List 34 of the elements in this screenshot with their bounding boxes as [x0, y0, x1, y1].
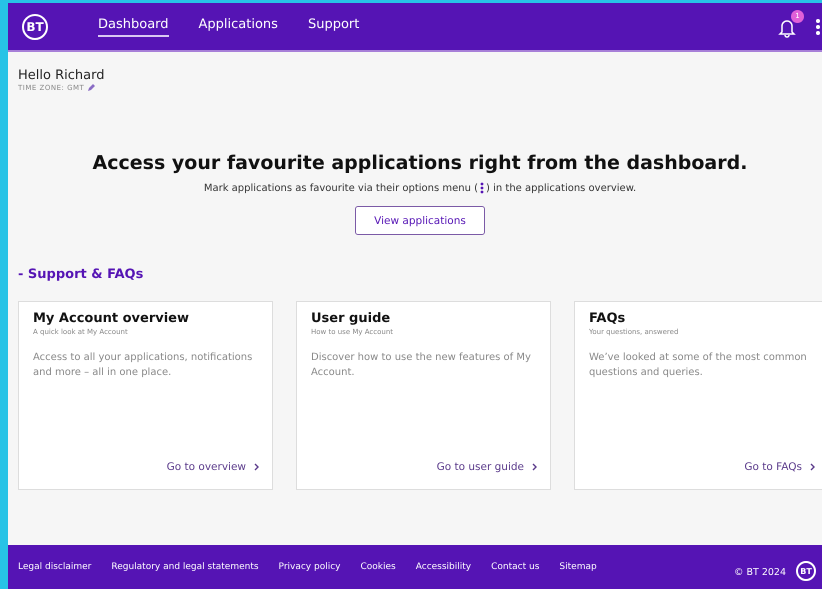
footer-logo: BT	[796, 561, 816, 581]
view-applications-button[interactable]: View applications	[355, 206, 485, 235]
footer-link[interactable]: Sitemap	[559, 562, 597, 572]
nav-tab[interactable]: Support	[308, 16, 360, 36]
more-options-icon	[480, 182, 484, 194]
logo[interactable]: BT	[22, 14, 48, 40]
footer-link[interactable]: Privacy policy	[278, 562, 340, 572]
card-description: We’ve looked at some of the most common questions and queries.	[589, 351, 808, 380]
footer-link[interactable]: Cookies	[360, 562, 396, 572]
card-description: Discover how to use the new features of My Account.	[311, 351, 532, 380]
section-title[interactable]: - Support & FAQs	[18, 267, 822, 282]
nav-tab[interactable]: Applications	[198, 16, 278, 36]
chevron-right-icon	[810, 463, 816, 471]
hero-title: Access your favourite applications right from the dashboard.	[92, 152, 748, 174]
footer-link[interactable]: Contact us	[491, 562, 540, 572]
more-options-icon[interactable]	[816, 18, 820, 34]
nav-tab[interactable]: Dashboard	[98, 16, 169, 36]
card-link[interactable]: Go to FAQs	[744, 461, 816, 473]
chevron-right-icon	[532, 463, 538, 471]
chevron-right-icon	[254, 463, 260, 471]
card-title: My Account overview	[33, 311, 190, 326]
card-title: User guide	[311, 311, 392, 326]
pencil-icon[interactable]	[87, 84, 96, 92]
footer-link[interactable]: Accessibility	[416, 562, 472, 572]
footer-link[interactable]: Regulatory and legal statements	[111, 562, 259, 572]
hint-text: ) in the applications overview.	[486, 182, 636, 194]
card-link[interactable]: Go to user guide	[436, 461, 538, 473]
greeting: Hello Richard	[18, 68, 106, 83]
card-title: FAQs	[589, 311, 626, 326]
footer-link[interactable]: Legal disclaimer	[18, 562, 92, 572]
hint-text: Mark applications as favourite via their options menu (	[204, 182, 478, 194]
copyright: © BT 2024	[734, 566, 786, 578]
card-description: Access to all your applications, notifications and more – all in one place.	[33, 351, 254, 380]
card-link[interactable]: Go to overview	[166, 461, 260, 473]
